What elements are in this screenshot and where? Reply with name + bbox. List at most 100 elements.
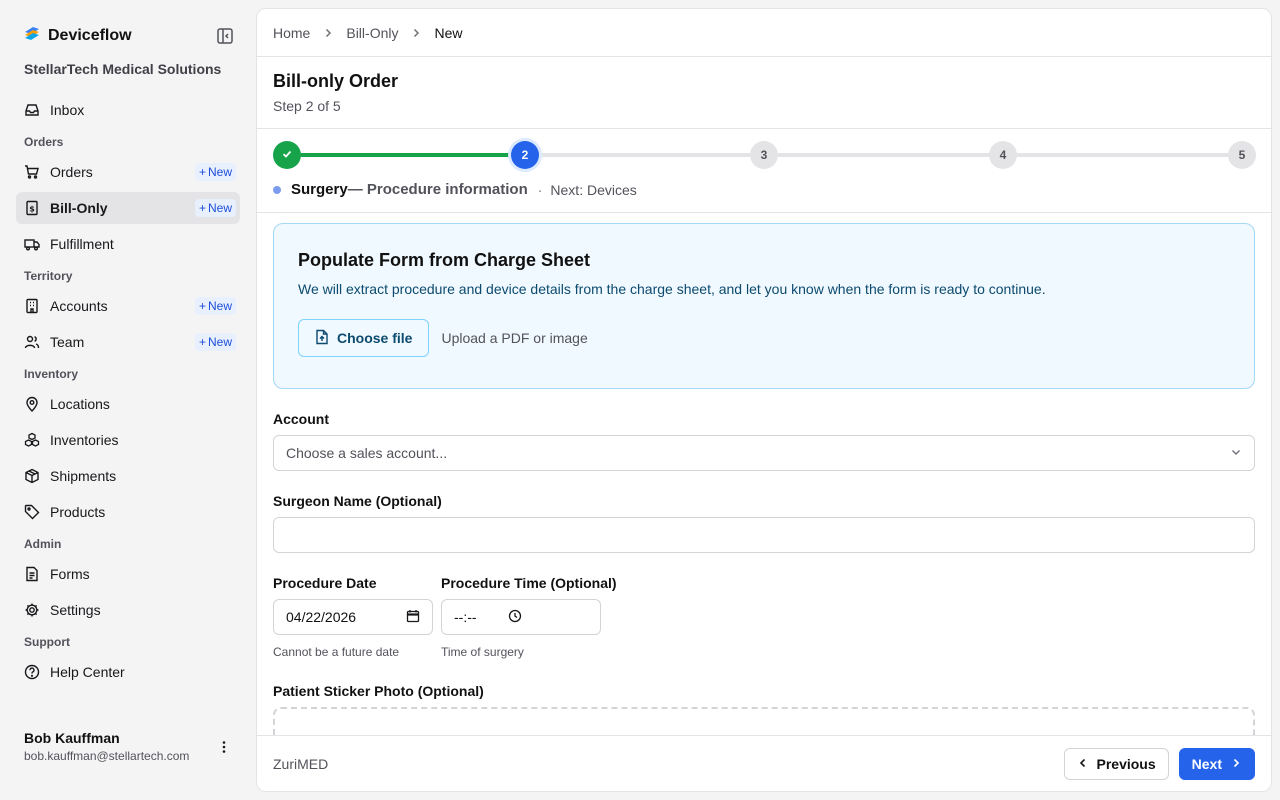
sidebar-item-locations[interactable]: Locations: [16, 388, 240, 420]
new-label: New: [207, 299, 232, 313]
sidebar-item-label: Inventories: [50, 432, 119, 448]
deviceflow-logo-icon: [24, 26, 40, 45]
procedure-time-field: Procedure Time (Optional) --:-- Time of …: [441, 575, 617, 659]
procedure-time-input[interactable]: --:--: [441, 599, 601, 635]
chevron-left-icon: [1077, 756, 1089, 772]
sidebar-item-team[interactable]: Team + New: [16, 326, 240, 358]
new-account-button[interactable]: + New: [194, 297, 236, 315]
sidebar-item-forms[interactable]: Forms: [16, 558, 240, 590]
step-caption-separator: ·: [537, 181, 543, 198]
truck-icon: [24, 236, 40, 252]
plus-icon: +: [198, 201, 206, 215]
nav-group-inventory: Inventory: [24, 367, 79, 381]
step-connector-1: [301, 153, 513, 157]
new-order-button[interactable]: + New: [194, 163, 236, 181]
form-content: Populate Form from Charge Sheet We will …: [257, 213, 1271, 735]
sidebar-item-fulfillment[interactable]: Fulfillment: [16, 228, 240, 260]
sidebar-item-orders[interactable]: Orders + New: [16, 156, 240, 188]
procedure-date-input[interactable]: 04/22/2026: [273, 599, 433, 635]
boxes-icon: [24, 432, 40, 448]
sidebar-item-label: Settings: [50, 602, 101, 618]
brand[interactable]: Deviceflow: [24, 26, 132, 45]
user-name: Bob Kauffman: [24, 730, 120, 746]
user-email: bob.kauffman@stellartech.com: [24, 749, 190, 763]
tag-icon: [24, 504, 40, 520]
procedure-time-hint: Time of surgery: [441, 645, 524, 659]
breadcrumb: Home Bill-Only New: [257, 9, 1271, 57]
file-upload-icon: [315, 329, 329, 348]
sticker-photo-dropzone[interactable]: [273, 707, 1255, 735]
step-2-current[interactable]: 2: [511, 141, 539, 169]
procedure-time-value: --:--: [454, 609, 477, 625]
breadcrumb-home[interactable]: Home: [273, 25, 310, 41]
sidebar-item-label: Fulfillment: [50, 236, 114, 252]
sidebar-item-label: Forms: [50, 566, 90, 582]
surgeon-name-input[interactable]: [273, 517, 1255, 553]
sidebar-item-accounts[interactable]: Accounts + New: [16, 290, 240, 322]
step-4[interactable]: 4: [989, 141, 1017, 169]
new-team-button[interactable]: + New: [194, 333, 236, 351]
page-subtitle: Step 2 of 5: [273, 98, 341, 114]
current-step-name: Surgery: [291, 181, 348, 198]
user-profile[interactable]: Bob Kauffman bob.kauffman@stellartech.co…: [24, 730, 189, 763]
sidebar-item-label: Team: [50, 334, 85, 350]
step-1-complete[interactable]: [273, 141, 301, 169]
sidebar-item-products[interactable]: Products: [16, 496, 240, 528]
inbox-icon: [24, 102, 40, 118]
sidebar-item-label: Help Center: [50, 664, 125, 680]
map-pin-icon: [24, 396, 40, 412]
main-panel: Home Bill-Only New Bill-only Order Step …: [256, 8, 1272, 792]
procedure-row: Procedure Date 04/22/2026 Cannot be a fu…: [273, 575, 1255, 659]
new-label: New: [207, 201, 232, 215]
current-step-dot: [273, 185, 281, 194]
footer-actions: Previous Next: [1063, 747, 1255, 780]
users-icon: [24, 334, 40, 350]
choose-file-button[interactable]: Choose file: [298, 319, 430, 357]
current-step-description: — Procedure information: [347, 181, 528, 198]
account-select[interactable]: Choose a sales account...: [273, 435, 1255, 471]
breadcrumb-bill-only[interactable]: Bill-Only: [346, 25, 398, 41]
sidebar-item-help-center[interactable]: Help Center: [16, 656, 240, 688]
sidebar-item-shipments[interactable]: Shipments: [16, 460, 240, 492]
sidebar: Deviceflow StellarTech Medical Solutions…: [0, 0, 256, 800]
account-placeholder: Choose a sales account...: [286, 445, 448, 461]
previous-button[interactable]: Previous: [1063, 747, 1169, 780]
more-vertical-icon[interactable]: [216, 739, 232, 755]
nav-group-admin: Admin: [24, 537, 62, 551]
sidebar-collapse-icon[interactable]: [216, 27, 234, 45]
new-bill-only-button[interactable]: + New: [194, 199, 236, 217]
nav-group-orders: Orders: [24, 135, 64, 149]
next-label: Next: [1191, 755, 1222, 772]
chevron-down-icon: [1230, 445, 1242, 461]
sidebar-item-label: Products: [50, 504, 106, 520]
file-upload-row: Choose file Upload a PDF or image: [298, 319, 1230, 357]
step-connector-3: [778, 153, 990, 157]
check-icon: [281, 148, 293, 163]
sticker-label: Patient Sticker Photo (Optional): [273, 683, 484, 699]
charge-sheet-title: Populate Form from Charge Sheet: [298, 250, 591, 270]
sidebar-item-bill-only[interactable]: $ Bill-Only + New: [16, 192, 240, 224]
gear-icon: [24, 602, 40, 618]
sidebar-item-label: Locations: [50, 396, 110, 412]
footer: ZuriMED Previous Next: [257, 735, 1271, 791]
sidebar-item-label: Orders: [50, 164, 93, 180]
surgeon-label: Surgeon Name (Optional): [273, 493, 442, 509]
chevron-right-icon: [1230, 756, 1242, 772]
brand-name: Deviceflow: [48, 26, 132, 44]
sidebar-item-settings[interactable]: Settings: [16, 594, 240, 626]
sidebar-item-inbox[interactable]: Inbox: [16, 94, 240, 126]
step-connector-4: [1017, 153, 1229, 157]
sidebar-item-inventories[interactable]: Inventories: [16, 424, 240, 456]
clock-icon: [508, 609, 522, 626]
next-button[interactable]: Next: [1178, 747, 1255, 780]
step-3[interactable]: 3: [750, 141, 778, 169]
sidebar-item-label: Accounts: [50, 298, 108, 314]
nav-group-territory: Territory: [24, 269, 73, 283]
procedure-date-label: Procedure Date: [273, 575, 377, 591]
help-circle-icon: [24, 664, 40, 680]
stepper: 2 3 4 5 Surgery — Procedure information …: [257, 129, 1271, 213]
charge-sheet-panel: Populate Form from Charge Sheet We will …: [273, 223, 1255, 389]
sidebar-item-label: Inbox: [50, 102, 85, 118]
step-5[interactable]: 5: [1228, 141, 1256, 169]
page-header: Bill-only Order Step 2 of 5: [257, 57, 1271, 129]
